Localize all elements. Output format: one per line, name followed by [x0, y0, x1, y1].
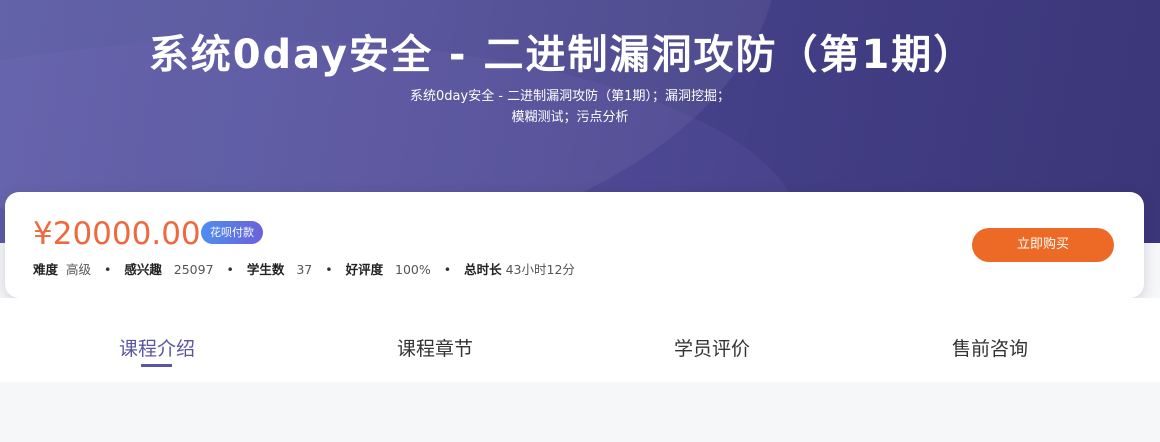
stat-duration-label: 总时长 [464, 262, 502, 277]
stat-duration-value: 43小时12分 [505, 262, 575, 277]
stat-interested-label: 感兴趣 [124, 262, 162, 277]
tab-presale-consult[interactable]: 售前咨询 [910, 334, 1070, 361]
course-stats: 难度 高级 • 感兴趣 25097 • 学生数 37 • 好评度 100% • … [33, 259, 575, 278]
stat-separator: • [325, 262, 333, 277]
stat-interested-value: 25097 [173, 262, 214, 277]
tab-course-chapters[interactable]: 课程章节 [355, 334, 515, 361]
buy-now-button[interactable]: 立即购买 [972, 228, 1114, 262]
course-info-card: ¥20000.00 花呗付款 难度 高级 • 感兴趣 25097 • 学生数 3… [5, 192, 1144, 298]
active-tab-indicator [141, 364, 172, 367]
stat-separator: • [226, 262, 234, 277]
stat-separator: • [443, 262, 452, 277]
tab-student-reviews[interactable]: 学员评价 [632, 334, 792, 361]
stat-students-label: 学生数 [246, 262, 285, 277]
stat-rating-label: 好评度 [345, 262, 384, 277]
stat-students-value: 37 [296, 262, 313, 277]
tab-course-intro[interactable]: 课程介绍 [77, 334, 237, 361]
course-tabs: 课程介绍 课程章节 学员评价 售前咨询 [0, 298, 1160, 382]
stat-separator: • [103, 262, 112, 277]
course-subtitle-line2: 模糊测试；污点分析 [511, 110, 629, 125]
stat-difficulty-value: 高级 [65, 262, 91, 277]
course-price: ¥20000.00 [33, 216, 201, 252]
stat-difficulty-label: 难度 [33, 262, 59, 277]
huabei-payment-badge: 花呗付款 [201, 221, 263, 244]
stat-rating-value: 100% [395, 262, 431, 277]
course-subtitle: 系统0day安全 - 二进制漏洞攻防（第1期）；漏洞挖掘； 模糊测试；污点分析 [0, 86, 1140, 128]
section-heading-cutoff [505, 432, 655, 442]
course-subtitle-line1: 系统0day安全 - 二进制漏洞攻防（第1期）；漏洞挖掘； [410, 89, 730, 104]
course-title: 系统0day安全 - 二进制漏洞攻防（第1期） [148, 32, 976, 78]
